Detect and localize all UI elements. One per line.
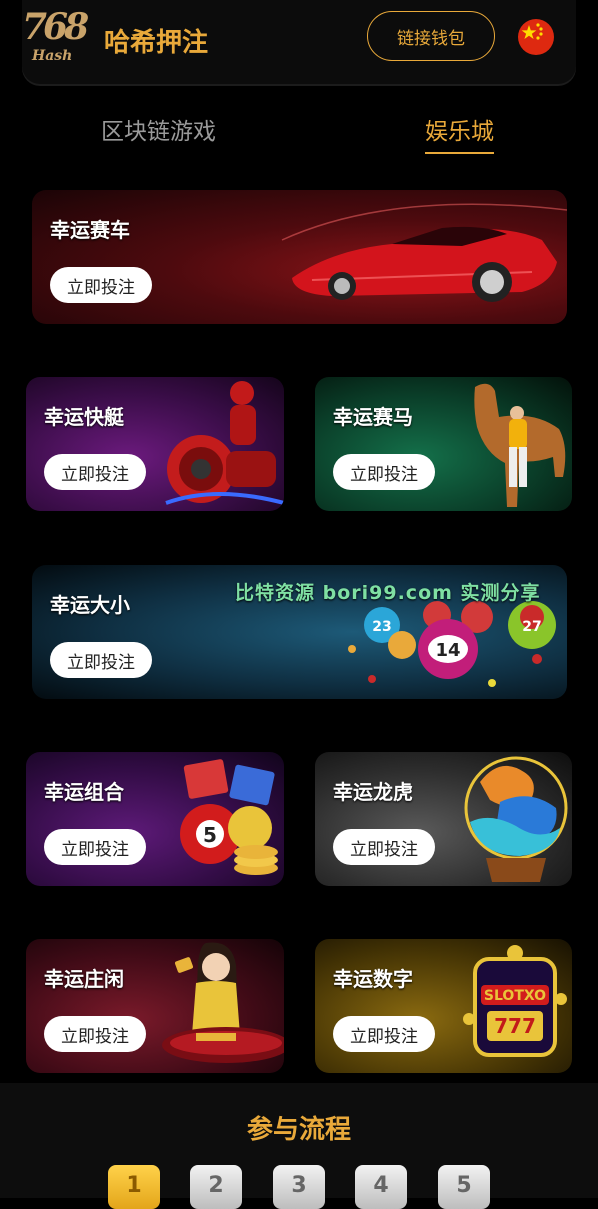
bet-now-button[interactable]: 立即投注 (50, 267, 152, 303)
china-flag-icon[interactable] (518, 19, 554, 55)
game-title: 幸运快艇 (44, 405, 124, 429)
game-card-lucky-racing[interactable]: 幸运赛车 立即投注 (32, 190, 567, 324)
bet-now-button[interactable]: 立即投注 (44, 1016, 146, 1052)
brand-title: 哈希押注 (104, 28, 209, 58)
game-card-lucky-speedboat[interactable]: 幸运快艇 立即投注 (26, 377, 284, 511)
red-sports-car-icon (281, 203, 567, 302)
game-title: 幸运赛马 (333, 405, 413, 429)
bet-now-button[interactable]: 立即投注 (44, 829, 146, 865)
svg-text:23: 23 (372, 619, 391, 635)
casino-dealer-icon (162, 942, 284, 1063)
slot-machine-icon: SLOTXO 777 (463, 945, 567, 1057)
step-3[interactable]: 3 (273, 1165, 325, 1209)
bet-now-button[interactable]: 立即投注 (333, 454, 435, 490)
game-title: 幸运大小 (50, 593, 130, 617)
speedboat-rider-icon (165, 381, 284, 505)
game-title: 幸运庄闲 (44, 967, 124, 991)
dragon-tiger-icon (464, 756, 568, 882)
svg-text:14: 14 (435, 640, 460, 661)
svg-text:SLOTXO: SLOTXO (484, 988, 546, 1004)
step-5[interactable]: 5 (438, 1165, 490, 1209)
logo-number: 768 (22, 6, 89, 48)
process-title: 参与流程 (246, 1115, 351, 1145)
lottery-balls-icon: 14 23 27 (348, 601, 556, 687)
tab-blockchain-games[interactable]: 区块链游戏 (101, 112, 216, 146)
game-title: 幸运数字 (333, 967, 413, 991)
game-card-lucky-combo[interactable]: 5 幸运组合 立即投注 (26, 752, 284, 886)
logo-subtitle: Hash (32, 48, 73, 64)
svg-text:5: 5 (203, 823, 217, 847)
logo[interactable]: 768 Hash (22, 6, 92, 64)
horse-jockey-icon (474, 383, 566, 507)
game-card-lucky-number[interactable]: SLOTXO 777 幸运数字 立即投注 (315, 939, 572, 1073)
bet-now-button[interactable]: 立即投注 (333, 1016, 435, 1052)
step-2[interactable]: 2 (190, 1165, 242, 1209)
svg-text:777: 777 (494, 1014, 536, 1038)
process-section: 参与流程 1 2 3 4 5 (0, 1083, 598, 1209)
lottery-tickets-coins-icon: 5 (180, 759, 278, 875)
step-1[interactable]: 1 (108, 1165, 160, 1209)
game-title: 幸运组合 (44, 780, 124, 804)
tab-casino[interactable]: 娱乐城 (425, 112, 494, 154)
watermark-text: 比特资源 bori99.com 实测分享 (235, 582, 541, 604)
game-title: 幸运龙虎 (333, 780, 413, 804)
bet-now-button[interactable]: 立即投注 (50, 642, 152, 678)
game-card-lucky-banker-player[interactable]: 幸运庄闲 立即投注 (26, 939, 284, 1073)
game-title: 幸运赛车 (50, 218, 130, 242)
step-4[interactable]: 4 (355, 1165, 407, 1209)
header: 768 Hash 哈希押注 链接钱包 (0, 0, 598, 86)
bet-now-button[interactable]: 立即投注 (333, 829, 435, 865)
game-card-lucky-dragon-tiger[interactable]: 幸运龙虎 立即投注 (315, 752, 572, 886)
bet-now-button[interactable]: 立即投注 (44, 454, 146, 490)
connect-wallet-button[interactable]: 链接钱包 (367, 11, 495, 61)
game-card-lucky-horse[interactable]: 幸运赛马 立即投注 (315, 377, 572, 511)
svg-text:27: 27 (522, 619, 541, 635)
